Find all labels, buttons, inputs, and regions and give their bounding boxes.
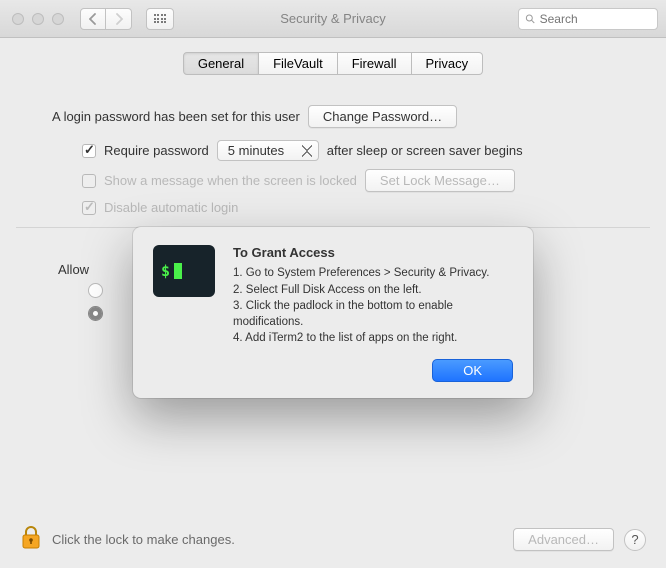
window-controls bbox=[8, 13, 64, 25]
password-delay-select[interactable]: 5 minutes bbox=[217, 140, 319, 161]
search-field[interactable] bbox=[518, 8, 658, 30]
forward-button[interactable] bbox=[106, 8, 132, 30]
login-password-text: A login password has been set for this u… bbox=[52, 109, 300, 124]
titlebar: Security & Privacy bbox=[0, 0, 666, 38]
radio-option-1[interactable] bbox=[88, 283, 103, 298]
advanced-button[interactable]: Advanced… bbox=[513, 528, 614, 551]
search-input[interactable] bbox=[540, 12, 651, 26]
tab-general[interactable]: General bbox=[183, 52, 259, 75]
dialog-step: 2. Select Full Disk Access on the left. bbox=[233, 283, 513, 299]
cursor-icon bbox=[174, 263, 182, 279]
grant-access-dialog: $ To Grant Access 1. Go to System Prefer… bbox=[133, 227, 533, 398]
back-button[interactable] bbox=[80, 8, 106, 30]
tab-bar: General FileVault Firewall Privacy bbox=[16, 52, 650, 75]
show-message-label: Show a message when the screen is locked bbox=[104, 173, 357, 188]
close-window[interactable] bbox=[12, 13, 24, 25]
show-message-checkbox bbox=[82, 174, 96, 188]
disable-auto-login-checkbox bbox=[82, 201, 96, 215]
search-icon bbox=[525, 13, 536, 25]
help-button[interactable]: ? bbox=[624, 529, 646, 551]
dialog-step: 4. Add iTerm2 to the list of apps on the… bbox=[233, 331, 513, 347]
ok-button[interactable]: OK bbox=[432, 359, 513, 382]
tab-privacy[interactable]: Privacy bbox=[412, 52, 484, 75]
grid-icon bbox=[154, 14, 167, 23]
lock-icon[interactable] bbox=[20, 525, 42, 554]
dialog-title: To Grant Access bbox=[233, 245, 513, 260]
lock-text: Click the lock to make changes. bbox=[52, 532, 235, 547]
set-lock-message-button: Set Lock Message… bbox=[365, 169, 515, 192]
zoom-window[interactable] bbox=[52, 13, 64, 25]
dialog-step: 3. Click the padlock in the bottom to en… bbox=[233, 299, 513, 330]
require-password-label: Require password bbox=[104, 143, 209, 158]
change-password-button[interactable]: Change Password… bbox=[308, 105, 457, 128]
disable-auto-login-label: Disable automatic login bbox=[104, 200, 238, 215]
app-icon: $ bbox=[153, 245, 215, 297]
nav-buttons bbox=[80, 8, 132, 30]
minimize-window[interactable] bbox=[32, 13, 44, 25]
require-password-checkbox[interactable] bbox=[82, 144, 96, 158]
tab-filevault[interactable]: FileVault bbox=[259, 52, 338, 75]
after-sleep-text: after sleep or screen saver begins bbox=[327, 143, 523, 158]
dialog-step: 1. Go to System Preferences > Security &… bbox=[233, 266, 513, 282]
footer: Click the lock to make changes. Advanced… bbox=[0, 511, 666, 568]
tab-firewall[interactable]: Firewall bbox=[338, 52, 412, 75]
show-all-prefs[interactable] bbox=[146, 8, 174, 30]
dialog-body: To Grant Access 1. Go to System Preferen… bbox=[233, 245, 513, 382]
radio-option-2[interactable] bbox=[88, 306, 103, 321]
